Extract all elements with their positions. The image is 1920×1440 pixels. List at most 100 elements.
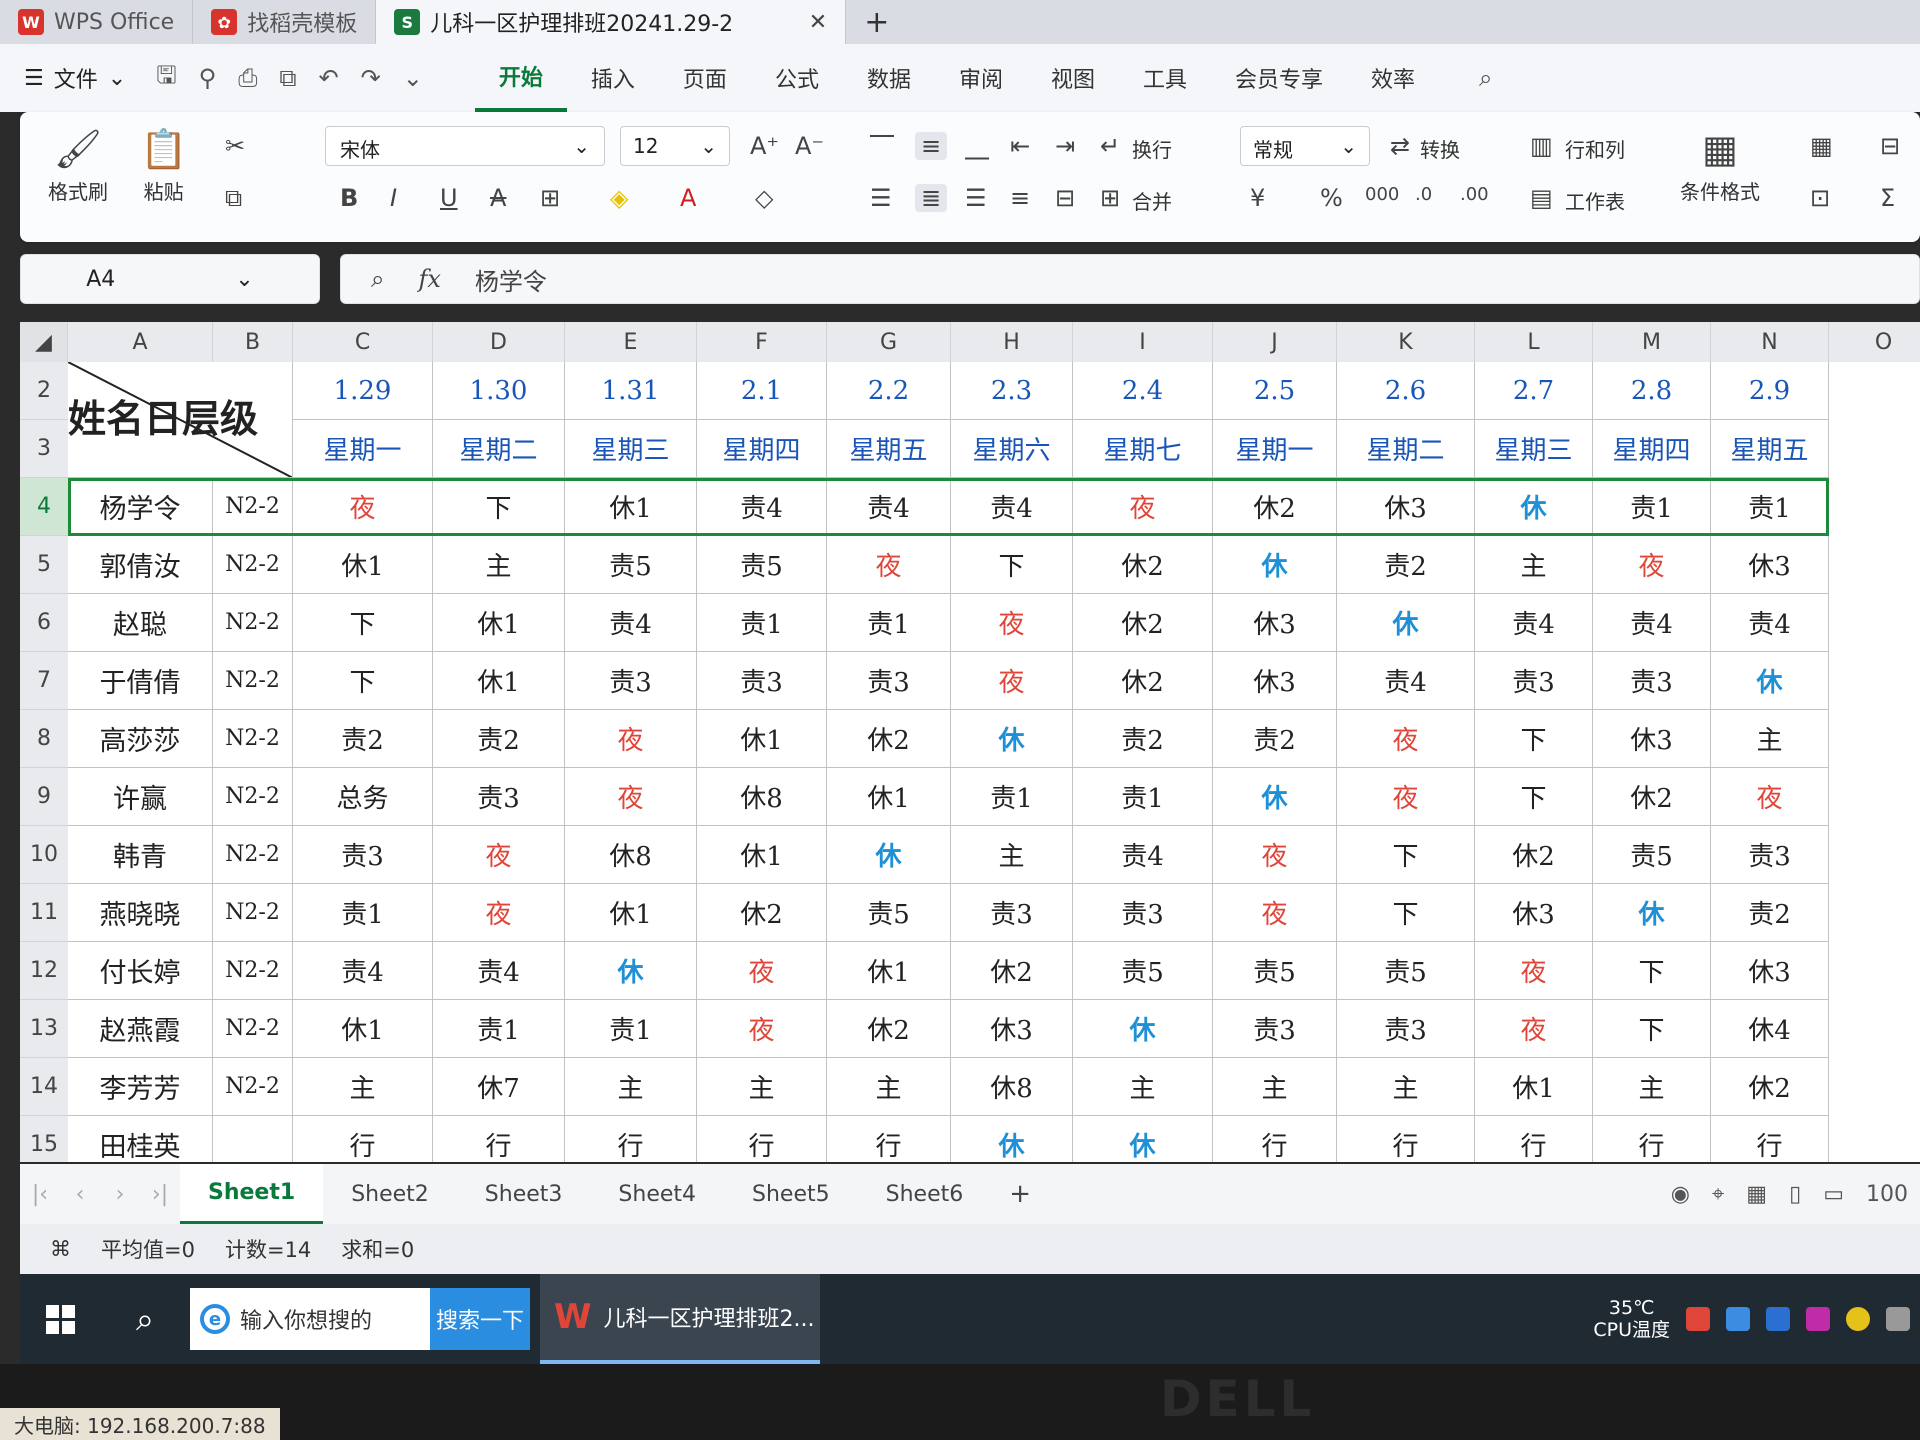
empty-cell[interactable] xyxy=(1829,536,1920,594)
shift-cell[interactable]: 主 xyxy=(1711,710,1829,768)
shift-cell[interactable]: 休2 xyxy=(827,1000,951,1058)
staff-level-cell[interactable] xyxy=(213,1116,293,1162)
date-header[interactable]: 2.2 xyxy=(827,362,951,420)
shift-cell[interactable]: 责3 xyxy=(565,652,697,710)
search-icon[interactable]: ⌕ xyxy=(1479,64,1492,92)
shift-cell[interactable]: 休3 xyxy=(1213,652,1337,710)
shift-cell[interactable]: 夜 xyxy=(1475,942,1593,1000)
column-header-f[interactable]: F xyxy=(697,322,827,362)
shift-cell[interactable]: 休1 xyxy=(565,884,697,942)
shift-cell[interactable]: 责1 xyxy=(1073,768,1213,826)
empty-cell[interactable] xyxy=(1829,884,1920,942)
empty-cell[interactable] xyxy=(1829,1116,1920,1162)
shift-cell[interactable]: 责2 xyxy=(293,710,433,768)
table-style-icon[interactable]: ▦ xyxy=(1810,132,1833,160)
menu-page[interactable]: 页面 xyxy=(659,44,751,112)
shift-cell[interactable]: 行 xyxy=(433,1116,565,1162)
wrap-label[interactable]: 换行 xyxy=(1132,134,1172,163)
row-header-14[interactable]: 14 xyxy=(20,1058,68,1116)
staff-level-cell[interactable]: N2-2 xyxy=(213,1000,293,1058)
column-header-a[interactable]: A xyxy=(68,322,213,362)
app-tray-icon[interactable] xyxy=(1726,1307,1750,1331)
shift-cell[interactable]: 责4 xyxy=(697,478,827,536)
staff-level-cell[interactable]: N2-2 xyxy=(213,768,293,826)
shift-cell[interactable]: 责5 xyxy=(1337,942,1475,1000)
column-header-j[interactable]: J xyxy=(1213,322,1337,362)
tab-current-document[interactable]: S 儿科一区护理排班20241.29-2 ✕ xyxy=(376,0,847,44)
name-level-header[interactable]: 姓名日层级 xyxy=(68,362,293,478)
search-button[interactable]: 搜索一下 xyxy=(430,1288,530,1350)
tab-template[interactable]: ✿ 找稻壳模板 xyxy=(193,0,377,44)
merge-label[interactable]: 合并 xyxy=(1132,186,1172,215)
row-header-4[interactable]: 4 xyxy=(20,478,68,536)
shift-cell[interactable]: 夜 xyxy=(827,536,951,594)
format-painter-button[interactable]: 🖌 格式刷 xyxy=(48,122,108,205)
shift-cell[interactable]: 责4 xyxy=(433,942,565,1000)
shift-cell[interactable]: 责5 xyxy=(1213,942,1337,1000)
date-header[interactable]: 2.3 xyxy=(951,362,1073,420)
date-header[interactable]: 1.30 xyxy=(433,362,565,420)
shift-cell[interactable]: 休 xyxy=(565,942,697,1000)
column-header-k[interactable]: K xyxy=(1337,322,1475,362)
shift-cell[interactable]: 休3 xyxy=(1711,536,1829,594)
shift-cell[interactable]: 下 xyxy=(1337,884,1475,942)
weekday-header[interactable]: 星期四 xyxy=(1593,420,1711,478)
menu-formula[interactable]: 公式 xyxy=(751,44,843,112)
weekday-header[interactable]: 星期三 xyxy=(1475,420,1593,478)
shift-cell[interactable]: 休3 xyxy=(1711,942,1829,1000)
convert-label[interactable]: 转换 xyxy=(1420,134,1460,163)
spreadsheet-grid[interactable]: ◢ A B C D E F G H I J K L M N O 2 3 4 5 6 7 8 9 10 11 12 13 14 15 姓名日层… xyxy=(20,322,1920,1162)
align-middle-icon[interactable]: ≡ xyxy=(915,132,948,160)
shift-cell[interactable]: 责4 xyxy=(827,478,951,536)
shift-cell[interactable]: 责3 xyxy=(1711,826,1829,884)
eraser-icon[interactable]: ◇ xyxy=(755,184,773,212)
staff-level-cell[interactable]: N2-2 xyxy=(213,536,293,594)
shift-cell[interactable]: 责1 xyxy=(565,1000,697,1058)
shift-cell[interactable]: 责3 xyxy=(293,826,433,884)
column-header-l[interactable]: L xyxy=(1475,322,1593,362)
shift-cell[interactable]: 休1 xyxy=(1475,1058,1593,1116)
fill-color-icon[interactable]: ◈ xyxy=(610,184,628,212)
shift-cell[interactable]: 休2 xyxy=(1593,768,1711,826)
formula-input[interactable]: ⌕ fx 杨学令 xyxy=(340,254,1920,304)
shift-cell[interactable]: 责2 xyxy=(1213,710,1337,768)
shift-cell[interactable]: 休 xyxy=(1475,478,1593,536)
sheet-tab-3[interactable]: Sheet3 xyxy=(457,1164,591,1224)
shift-cell[interactable]: 休 xyxy=(1213,536,1337,594)
shift-cell[interactable]: 责3 xyxy=(951,884,1073,942)
shift-cell[interactable]: 夜 xyxy=(697,1000,827,1058)
shield-icon[interactable] xyxy=(1686,1307,1710,1331)
security-icon[interactable] xyxy=(1766,1307,1790,1331)
row-header-11[interactable]: 11 xyxy=(20,884,68,942)
shift-cell[interactable]: 下 xyxy=(1593,942,1711,1000)
shift-cell[interactable]: 主 xyxy=(1593,1058,1711,1116)
shift-cell[interactable]: 下 xyxy=(1475,768,1593,826)
start-button[interactable] xyxy=(20,1304,100,1334)
column-header-g[interactable]: G xyxy=(827,322,951,362)
percent-icon[interactable]: % xyxy=(1320,184,1343,212)
shift-cell[interactable]: 夜 xyxy=(1337,768,1475,826)
cpu-temperature[interactable]: 35℃ CPU温度 xyxy=(1593,1297,1670,1341)
shift-cell[interactable]: 行 xyxy=(1213,1116,1337,1162)
shift-cell[interactable]: 休2 xyxy=(1711,1058,1829,1116)
shift-cell[interactable]: 主 xyxy=(1337,1058,1475,1116)
shift-cell[interactable]: 行 xyxy=(827,1116,951,1162)
empty-cell[interactable] xyxy=(1829,362,1920,420)
shift-cell[interactable]: 下 xyxy=(293,652,433,710)
empty-cell[interactable] xyxy=(1829,420,1920,478)
copy-icon[interactable]: ⧉ xyxy=(225,184,242,212)
align-top-icon[interactable]: ⎺ xyxy=(870,132,894,160)
print-preview-icon[interactable]: ⧉ xyxy=(279,64,296,92)
shift-cell[interactable]: 休3 xyxy=(951,1000,1073,1058)
taskbar-app-wps[interactable]: W 儿科一区护理排班2... xyxy=(540,1274,820,1364)
shift-cell[interactable]: 责1 xyxy=(433,1000,565,1058)
shift-cell[interactable]: 休1 xyxy=(827,942,951,1000)
staff-level-cell[interactable]: N2-2 xyxy=(213,478,293,536)
chevron-down-icon[interactable]: ⌄ xyxy=(403,64,423,92)
new-tab-button[interactable]: + xyxy=(846,5,907,40)
shift-cell[interactable]: 责1 xyxy=(1711,478,1829,536)
staff-name-cell[interactable]: 韩青 xyxy=(68,826,213,884)
redo-icon[interactable]: ↷ xyxy=(361,64,381,92)
shift-cell[interactable]: 夜 xyxy=(951,594,1073,652)
weekday-header[interactable]: 星期一 xyxy=(1213,420,1337,478)
